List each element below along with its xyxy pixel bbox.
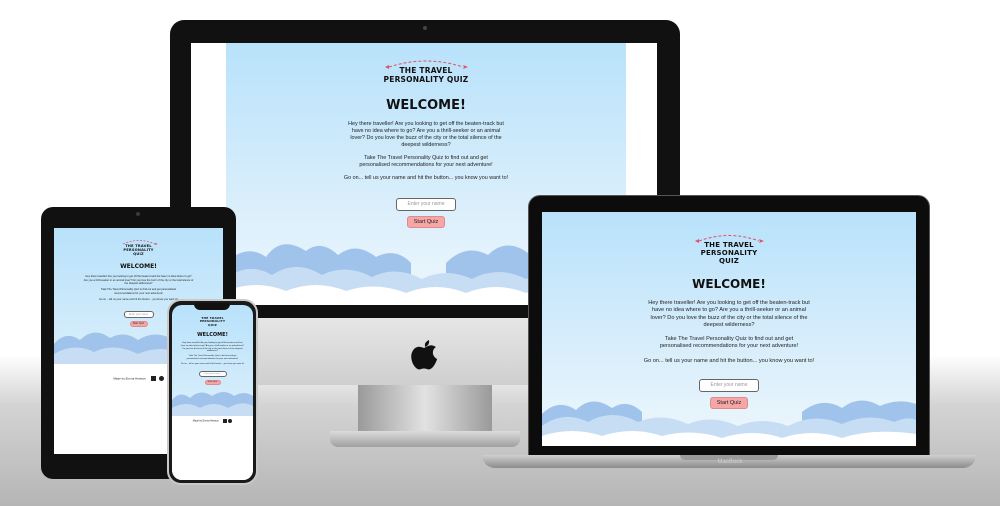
intro-text: Hey there traveller! Are you looking to …	[180, 342, 245, 353]
logo-line-2: PERSONALITY QUIZ	[383, 74, 469, 84]
device-mockup-stage: THE TRAVEL PERSONALITY QUIZ WELCOME! Hey…	[0, 0, 1000, 506]
intro-text: Hey there traveller! Are you looking to …	[83, 275, 194, 286]
intro-text: Hey there traveller! Are you looking to …	[348, 121, 504, 149]
iphone-notch	[194, 303, 230, 310]
take-quiz-text: Take The Travel Personality Quiz to find…	[659, 336, 799, 350]
logo-line-2: PERSONALITY QUIZ	[123, 248, 154, 257]
github-icon[interactable]	[158, 376, 164, 381]
clouds-decoration	[542, 400, 916, 446]
linkedin-icon[interactable]	[150, 376, 156, 381]
logo-line-2: PERSONALITY QUIZ	[700, 249, 758, 266]
macbook-label: MacBook	[717, 459, 743, 465]
start-quiz-button[interactable]: Start Quiz	[407, 216, 445, 229]
name-input[interactable]: Enter your name	[396, 198, 456, 212]
plane-path-icon	[122, 240, 158, 245]
iphone-screen: THE TRAVEL PERSONALITY QUIZ WELCOME! Hey…	[172, 305, 253, 480]
logo-line-2: PERSONALITY QUIZ	[199, 319, 226, 327]
quiz-logo: THE TRAVEL PERSONALITY QUIZ	[381, 57, 471, 84]
quiz-logo: THE TRAVEL PERSONALITY QUIZ	[196, 316, 230, 327]
go-on-text: Go on... tell us your name and hit the b…	[343, 175, 509, 182]
intro-text: Hey there traveller! Are you looking to …	[648, 300, 810, 328]
apple-logo-icon	[411, 340, 437, 370]
imac-stand-neck	[358, 385, 492, 433]
go-on-text: Go on... tell us your name and hit the b…	[643, 357, 815, 364]
welcome-heading: WELCOME!	[386, 98, 466, 114]
imac-camera	[423, 26, 427, 30]
take-quiz-text: Take The Travel Personality Quiz to find…	[101, 288, 176, 295]
quiz-logo: THE TRAVEL PERSONALITY QUIZ	[119, 238, 159, 256]
welcome-heading: WELCOME!	[197, 332, 228, 339]
take-quiz-text: Take The Travel Personality Quiz to find…	[359, 155, 493, 169]
imac-stand-foot	[330, 431, 520, 447]
plane-path-icon	[385, 60, 468, 69]
quiz-logo: THE TRAVEL PERSONALITY QUIZ	[693, 232, 765, 265]
github-icon[interactable]	[228, 419, 233, 423]
name-input[interactable]: Enter your name	[123, 310, 154, 318]
ipad-camera	[136, 212, 140, 216]
clouds-decoration	[172, 392, 253, 480]
take-quiz-text: Take The Travel Personality Quiz to find…	[186, 355, 239, 360]
welcome-heading: WELCOME!	[692, 277, 766, 292]
start-quiz-button[interactable]: Start Quiz	[204, 380, 221, 386]
footer-credit: Made by Emma Hewson	[192, 419, 219, 423]
welcome-heading: WELCOME!	[120, 263, 157, 271]
plane-path-icon	[695, 235, 764, 243]
footer-credit: Made by Emma Hewson	[113, 376, 146, 381]
name-input[interactable]: Enter your name	[198, 371, 227, 378]
linkedin-icon[interactable]	[222, 419, 227, 423]
footer: Made by Emma Hewson	[172, 419, 253, 423]
go-on-text: Go on... tell us your name and hit the b…	[180, 362, 245, 365]
macbook-screen: THE TRAVEL PERSONALITY QUIZ WELCOME! Hey…	[542, 212, 916, 446]
